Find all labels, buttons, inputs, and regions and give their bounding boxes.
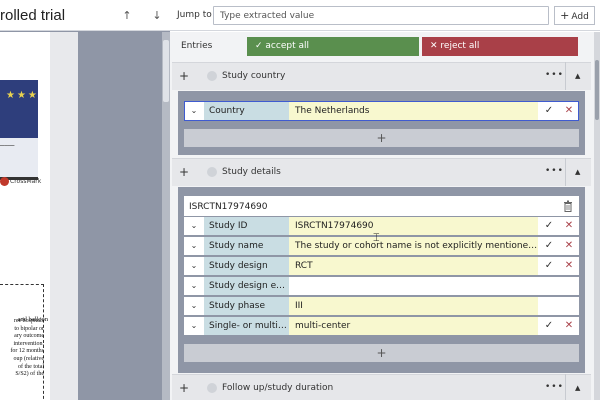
check-icon: ✓ xyxy=(255,41,266,51)
field-label: Study design expl... xyxy=(204,277,289,295)
reject-all-label: reject all xyxy=(440,41,480,51)
document-text-line: ree hospitals xyxy=(13,318,44,324)
arrow-down-icon[interactable]: ↓ xyxy=(150,9,164,23)
chevron-down-icon[interactable]: ⌄ xyxy=(187,103,201,119)
close-icon[interactable]: ✕ xyxy=(562,102,576,120)
journal-cover-band: ★★★ xyxy=(0,80,38,138)
chevron-down-icon[interactable]: ⌄ xyxy=(187,238,201,254)
field-value-input[interactable]: The study or cohort name is not explicit… xyxy=(289,237,538,255)
jump-label: Jump to xyxy=(177,10,212,20)
arrow-up-icon[interactable]: ↑ xyxy=(120,9,134,23)
plus-icon: + xyxy=(376,131,387,145)
trash-icon[interactable] xyxy=(563,200,573,212)
field-label: Country xyxy=(204,102,289,120)
add-button-label: Add xyxy=(571,12,589,22)
chevron-down-icon[interactable]: ⌄ xyxy=(187,298,201,314)
field-value-input[interactable] xyxy=(289,277,538,295)
close-icon[interactable]: ✕ xyxy=(562,257,576,275)
section-divider xyxy=(565,62,566,90)
check-icon[interactable]: ✓ xyxy=(542,237,556,255)
crossmark-icon xyxy=(0,177,9,186)
status-dot-icon xyxy=(207,383,217,393)
chevron-up-icon[interactable]: ▲ xyxy=(575,72,580,80)
form-scrollbar-thumb[interactable] xyxy=(595,60,599,120)
section-title: Follow up/study duration xyxy=(222,383,334,393)
plus-icon[interactable]: + xyxy=(178,70,190,82)
status-dot-icon xyxy=(207,167,217,177)
add-entry-button[interactable]: + xyxy=(184,129,579,147)
status-dot-icon xyxy=(207,71,217,81)
check-icon[interactable]: ✓ xyxy=(542,317,556,335)
field-value-input[interactable]: RCT xyxy=(289,257,538,275)
more-icon[interactable]: ••• xyxy=(545,166,564,176)
section-title: Study details xyxy=(222,167,281,177)
plus-icon[interactable]: + xyxy=(178,382,190,394)
field-value-input[interactable]: ISRCTN17974690 xyxy=(289,217,538,235)
check-icon[interactable]: ✓ xyxy=(542,257,556,275)
plus-icon: + xyxy=(376,346,387,360)
add-entry-button[interactable]: + xyxy=(184,344,579,362)
field-label: Study design xyxy=(204,257,289,275)
document-text-line: S/S2) of the xyxy=(15,371,44,378)
document-scrollbar-thumb[interactable] xyxy=(163,40,169,102)
chevron-down-icon[interactable]: ⌄ xyxy=(187,218,201,234)
close-icon[interactable]: ✕ xyxy=(562,317,576,335)
chevron-down-icon[interactable]: ⌄ xyxy=(187,278,201,294)
crossmark-label: CrossMark xyxy=(10,178,42,185)
journal-cover-image: ★★★ ━━━━━━ xyxy=(0,80,38,180)
close-icon[interactable]: ✕ xyxy=(562,217,576,235)
plus-icon[interactable]: + xyxy=(178,166,190,178)
close-icon: ✕ xyxy=(430,41,441,51)
document-text-line: ary outcome xyxy=(14,333,44,340)
document-page: ★★★ ━━━━━━ CrossMark and balloon ree hos… xyxy=(0,32,50,400)
section-divider xyxy=(565,158,566,186)
field-label: Study ID xyxy=(204,217,289,235)
add-button[interactable]: + Add xyxy=(554,6,595,25)
chevron-up-icon[interactable]: ▲ xyxy=(575,168,580,176)
chevron-up-icon[interactable]: ▲ xyxy=(575,384,580,392)
accept-all-button[interactable]: ✓ accept all xyxy=(247,37,419,56)
check-icon[interactable]: ✓ xyxy=(542,102,556,120)
field-value-input[interactable]: The Netherlands xyxy=(289,102,538,120)
eu-stars-icon: ★★★ xyxy=(6,90,39,101)
chevron-down-icon[interactable]: ⌄ xyxy=(187,258,201,274)
document-title: rolled trial xyxy=(0,7,66,24)
field-label: Study name xyxy=(204,237,289,255)
close-icon[interactable]: ✕ xyxy=(562,237,576,255)
entries-label: Entries xyxy=(181,41,213,51)
document-text-line: to bipolar or xyxy=(14,325,44,332)
check-icon[interactable]: ✓ xyxy=(542,217,556,235)
chevron-down-icon[interactable]: ⌄ xyxy=(187,318,201,334)
text-cursor-icon: ⌶ xyxy=(373,231,380,244)
section-title: Study country xyxy=(222,71,286,81)
field-label: Study phase xyxy=(204,297,289,315)
more-icon[interactable]: ••• xyxy=(545,70,564,80)
entry-title: ISRCTN17974690 xyxy=(189,202,268,212)
field-value-input[interactable]: III xyxy=(289,297,538,315)
field-label: Single- or multi-c... xyxy=(204,317,289,335)
document-text-line: for 12 months xyxy=(10,348,44,355)
jump-input[interactable] xyxy=(213,6,549,25)
crossmark-badge[interactable]: CrossMark xyxy=(0,177,41,186)
document-gutter xyxy=(50,32,78,400)
reject-all-button[interactable]: ✕ reject all xyxy=(422,37,578,56)
document-text: ree hospitals to bipolar or ary outcome … xyxy=(0,318,44,379)
more-icon[interactable]: ••• xyxy=(545,382,564,392)
document-text-line: oup (relative xyxy=(13,355,45,362)
section-divider xyxy=(565,374,566,400)
journal-cover-caption: ━━━━━━ xyxy=(0,143,15,148)
accept-all-label: accept all xyxy=(265,41,309,51)
plus-icon: + xyxy=(560,9,570,22)
document-header: rolled trial ↑ ↓ xyxy=(0,0,170,31)
field-value-input[interactable]: multi-center xyxy=(289,317,538,335)
